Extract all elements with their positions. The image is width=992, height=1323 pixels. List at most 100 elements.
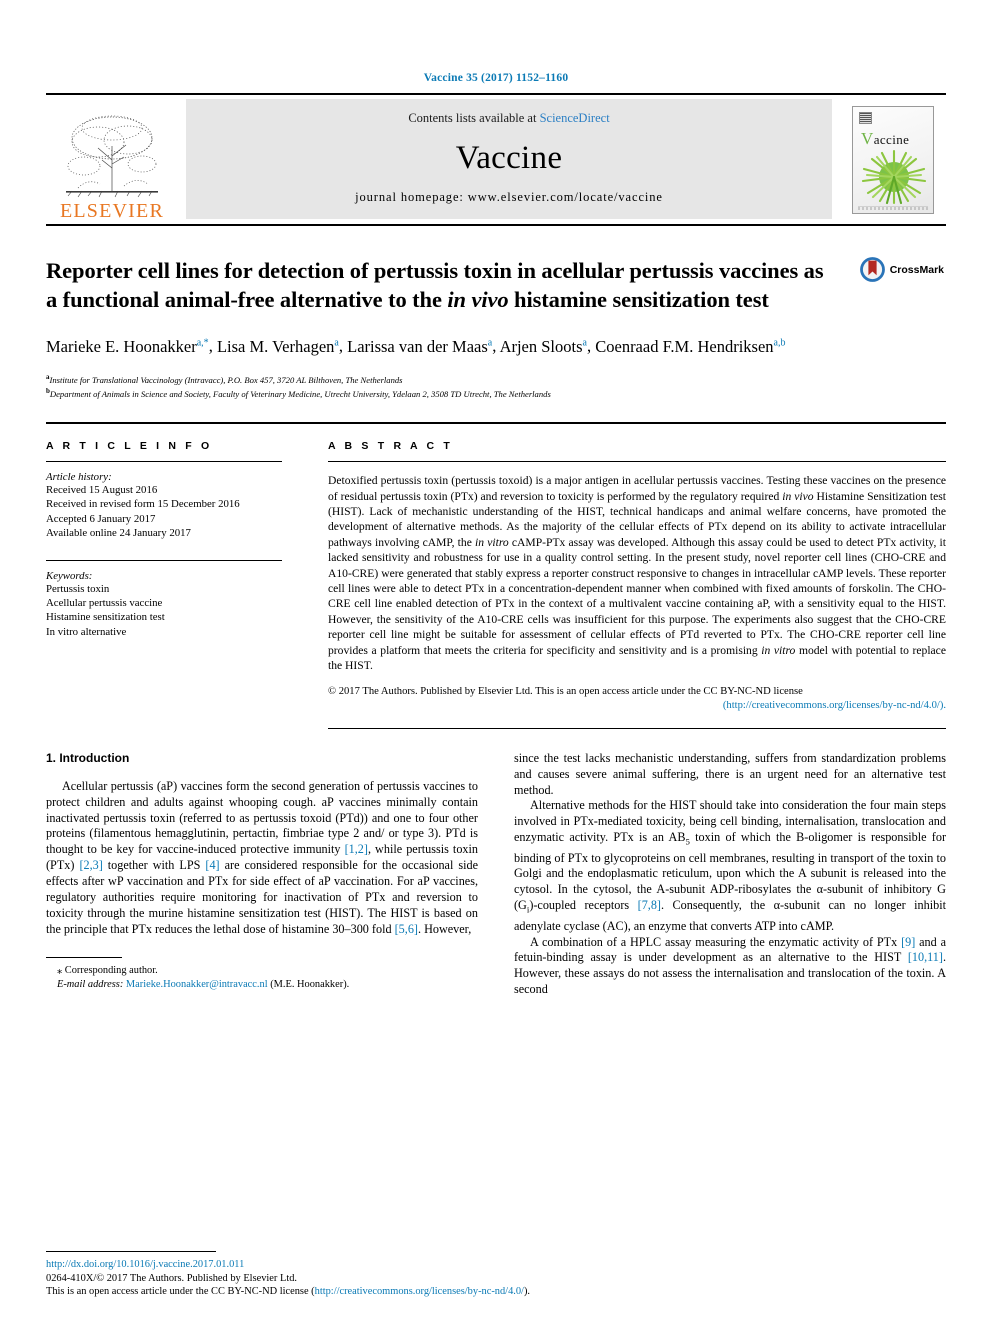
citation-ref[interactable]: [2,3] — [79, 858, 102, 872]
abstract-italic: in vitro — [475, 535, 509, 549]
citation-ref[interactable]: [10,11] — [908, 950, 943, 964]
keywords-label: Keywords: — [46, 570, 93, 583]
cover-mini-logo-icon — [859, 111, 872, 124]
keyword-item: Acellular pertussis vaccine — [46, 597, 163, 610]
title-part-2: histamine sensitization test — [508, 287, 769, 312]
section-heading-introduction: 1. Introduction — [46, 750, 130, 765]
license-link-wrap: (http://creativecommons.org/licenses/by-… — [328, 699, 946, 714]
journal-title: Vaccine — [455, 139, 563, 176]
license-suffix: ). — [523, 1286, 531, 1298]
elsevier-logo: ELSEVIER — [46, 95, 178, 224]
body-column-left: 1. Introduction Acellular pertussis (aP)… — [46, 751, 478, 998]
affiliation-list: aInstitute for Translational Vaccinology… — [46, 371, 946, 401]
intro-paragraph-3: A combination of a HPLC assay measuring … — [514, 935, 946, 999]
email-label: E-mail address: — [57, 978, 124, 990]
author-marks: a,b — [773, 337, 786, 348]
affiliation-item: aInstitute for Translational Vaccinology… — [46, 371, 946, 386]
citation-ref[interactable]: [5,6] — [395, 922, 418, 936]
para-seg: . However, — [417, 921, 472, 936]
author-item: Larissa van der Maasa — [347, 337, 492, 356]
footer-license-link[interactable]: http://creativecommons.org/licenses/by-n… — [315, 1286, 524, 1297]
citation-ref[interactable]: [9] — [901, 935, 915, 949]
author-list: Marieke E. Hoonakkera,*, Lisa M. Verhage… — [46, 336, 786, 356]
author-name: Marieke E. Hoonakker — [46, 336, 197, 356]
corresponding-author-note: ⁎ Corresponding author. — [46, 964, 478, 978]
elsevier-wordmark: ELSEVIER — [59, 200, 165, 222]
author-name: Larissa van der Maas — [347, 336, 488, 356]
footer-license-line: This is an open access article under the… — [46, 1285, 946, 1299]
citation-ref[interactable]: [1,2] — [345, 842, 368, 856]
divider — [46, 560, 282, 562]
body-column-right: since the test lacks mechanistic underst… — [514, 751, 946, 998]
footnote-block: ⁎ Corresponding author. E-mail address: … — [46, 956, 478, 992]
affiliation-item: bDepartment of Animals in Science and So… — [46, 385, 946, 400]
intro-paragraph-continuation: since the test lacks mechanistic underst… — [514, 750, 946, 797]
intro-paragraph-1: Acellular pertussis (aP) vaccines form t… — [46, 779, 478, 938]
email-suffix: (M.E. Hoonakker). — [267, 978, 350, 990]
article-history-label: Article history: — [46, 471, 112, 484]
crossmark-badge[interactable]: CrossMark — [859, 256, 944, 283]
affiliation-text: Department of Animals in Science and Soc… — [49, 389, 551, 400]
para-seg: )-coupled receptors — [529, 898, 638, 913]
author-marks: a — [334, 337, 339, 348]
journal-homepage-line[interactable]: journal homepage: www.elsevier.com/locat… — [355, 190, 663, 205]
author-item: Marieke E. Hoonakkera,* — [46, 337, 209, 356]
abstract-italic: in vitro — [761, 643, 796, 657]
article-info-column: A R T I C L E I N F O Article history: R… — [46, 440, 282, 728]
abstract-seg: cAMP-PTx assay was developed. Although t… — [328, 535, 946, 657]
email-note: E-mail address: Marieke.Hoonakker@intrav… — [46, 978, 478, 992]
footer-divider — [46, 1251, 216, 1253]
journal-band: Contents lists available at ScienceDirec… — [186, 99, 832, 219]
author-name: Coenraad F.M. Hendriksen — [595, 336, 774, 356]
history-item: Available online 24 January 2017 — [46, 526, 191, 539]
abstract-column: A B S T R A C T Detoxified pertussis tox… — [328, 440, 946, 729]
citation-ref[interactable]: [7,8] — [638, 898, 661, 912]
citation-ref[interactable]: [4] — [205, 858, 219, 872]
author-name: Arjen Sloots — [499, 336, 583, 356]
divider — [328, 727, 946, 729]
info-abstract-section: A R T I C L E I N F O Article history: R… — [46, 422, 946, 729]
affiliation-text: Institute for Translational Vaccinology … — [49, 374, 403, 385]
crossmark-icon — [859, 257, 885, 282]
cover-footer-strip — [858, 205, 928, 210]
history-item: Received in revised form 15 December 201… — [46, 498, 240, 511]
divider — [46, 461, 282, 463]
journal-cover-thumbnail: Vaccine — [840, 95, 946, 224]
cc-license-link[interactable]: (http://creativecommons.org/licenses/by-… — [723, 700, 946, 711]
keyword-item: Pertussis toxin — [46, 583, 110, 596]
page-title: Reporter cell lines for detection of per… — [46, 256, 831, 314]
footnote-divider — [46, 956, 122, 958]
para-seg: together with LPS — [102, 858, 206, 873]
copyright-text: © 2017 The Authors. Published by Elsevie… — [328, 685, 803, 697]
abstract-heading: A B S T R A C T — [328, 440, 453, 453]
footnote-text: Corresponding author. — [62, 964, 158, 976]
author-item: Arjen Slootsa — [500, 337, 587, 356]
abstract-copyright: © 2017 The Authors. Published by Elsevie… — [328, 685, 946, 714]
author-item: Coenraad F.M. Hendriksena,b — [595, 337, 785, 356]
title-italic: in vivo — [447, 287, 509, 312]
email-link[interactable]: Marieke.Hoonakker@intravacc.nl — [126, 979, 268, 990]
license-prefix: This is an open access article under the… — [46, 1286, 315, 1298]
article-page: Vaccine 35 (2017) 1152–1160 ELSEVIER Con… — [0, 0, 992, 1323]
history-item: Accepted 6 January 2017 — [46, 512, 156, 525]
contents-available-line: Contents lists available at ScienceDirec… — [408, 111, 609, 126]
doi-link[interactable]: http://dx.doi.org/10.1016/j.vaccine.2017… — [46, 1258, 946, 1272]
cover-virus-illustration-icon — [861, 149, 927, 204]
author-marks: a — [487, 337, 493, 348]
author-item: Lisa M. Verhagena — [217, 337, 339, 356]
body-columns: 1. Introduction Acellular pertussis (aP)… — [46, 751, 946, 998]
keyword-item: Histamine sensitization test — [46, 611, 165, 624]
title-area: Reporter cell lines for detection of per… — [46, 226, 946, 400]
sciencedirect-link[interactable]: ScienceDirect — [540, 111, 610, 125]
author-marks: a — [582, 337, 587, 348]
article-info-heading: A R T I C L E I N F O — [46, 440, 213, 453]
issn-copyright-line: 0264-410X/© 2017 The Authors. Published … — [46, 1272, 297, 1284]
elsevier-tree-icon — [66, 115, 158, 198]
page-footer: http://dx.doi.org/10.1016/j.vaccine.2017… — [46, 1251, 946, 1299]
keywords-block: Keywords: Pertussis toxin Acellular pert… — [46, 560, 282, 639]
running-head: Vaccine 35 (2017) 1152–1160 — [423, 72, 569, 84]
history-item: Received 15 August 2016 — [46, 484, 158, 497]
divider — [328, 461, 946, 463]
keyword-item: In vitro alternative — [46, 625, 127, 638]
crossmark-label: CrossMark — [889, 263, 944, 276]
